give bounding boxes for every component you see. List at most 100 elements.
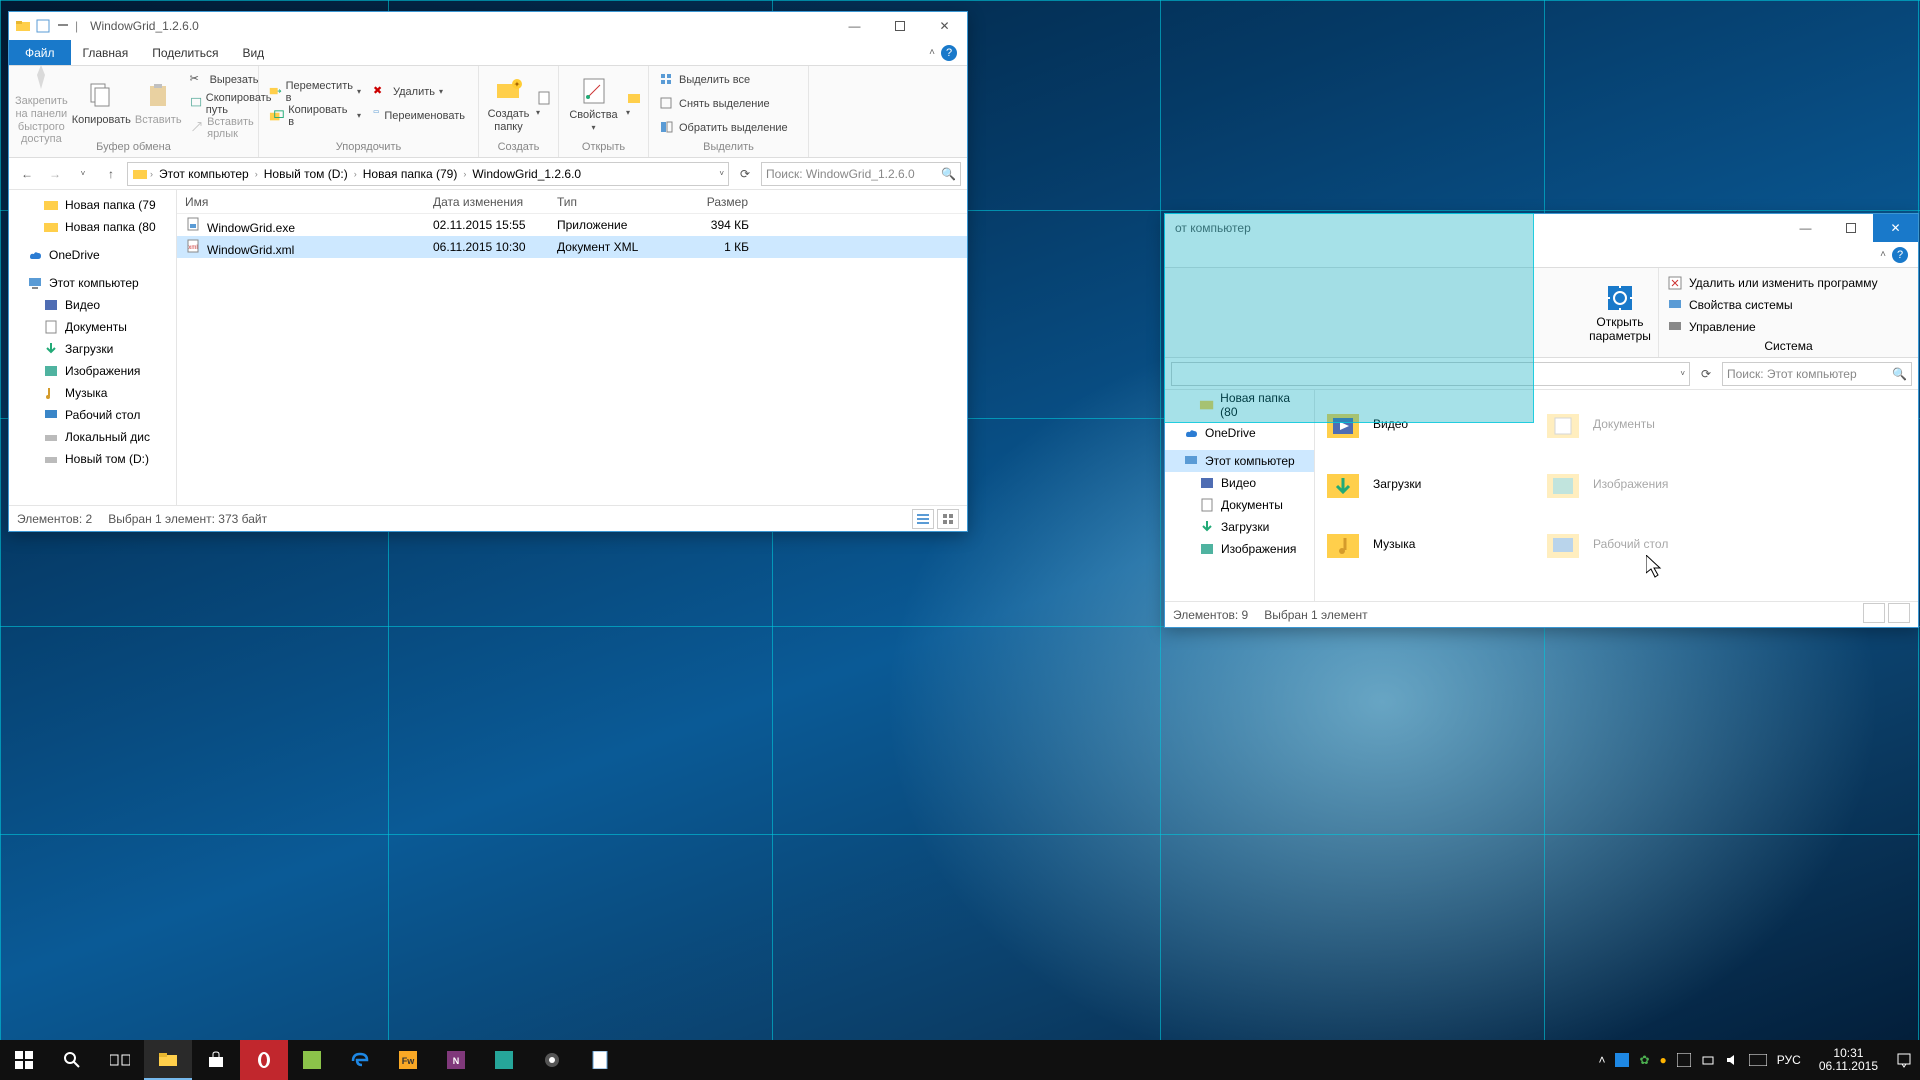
properties-button[interactable]: Свойства▾ [565,70,622,138]
copy-button[interactable]: Копировать [72,70,131,138]
nav-downloads[interactable]: Загрузки [1165,516,1314,538]
explorer-window-1[interactable]: | WindowGrid_1.2.6.0 — ✕ Файл Главная По… [8,11,968,532]
column-headers[interactable]: Имя Дата изменения Тип Размер [177,190,967,214]
nav-pictures[interactable]: Изображения [9,360,176,382]
keyboard-icon[interactable] [1749,1054,1767,1066]
opera-taskbar-button[interactable] [240,1040,288,1080]
tile-documents[interactable]: Документы [1543,398,1743,450]
icons-view-button[interactable] [937,509,959,529]
nav-item[interactable]: Новая папка (80 [9,216,176,238]
task-view-button[interactable] [96,1040,144,1080]
refresh-button[interactable]: ⟳ [1694,362,1718,386]
explorer-taskbar-button[interactable] [144,1040,192,1080]
select-none-button[interactable]: Снять выделение [655,93,802,115]
help-icon[interactable]: ? [941,45,957,61]
move-to-button[interactable]: Переместить в▾ [265,81,365,103]
nav-item[interactable]: Новая папка (79 [9,194,176,216]
file-row[interactable]: WindowGrid.exe 02.11.2015 15:55 Приложен… [177,214,967,236]
minimize-button[interactable]: — [1783,214,1828,242]
back-button[interactable]: ← [15,162,39,186]
help-icon[interactable]: ? [1892,247,1908,263]
file-list[interactable]: Имя Дата изменения Тип Размер WindowGrid… [177,190,967,505]
nav-downloads[interactable]: Загрузки [9,338,176,360]
invert-selection-button[interactable]: Обратить выделение [655,117,802,139]
nav-music[interactable]: Музыка [9,382,176,404]
icons-view-button[interactable] [1888,603,1910,623]
new-item-icon[interactable] [536,90,552,106]
network-icon[interactable] [1701,1053,1715,1067]
file-row[interactable]: xmlWindowGrid.xml 06.11.2015 10:30 Докум… [177,236,967,258]
nav-documents[interactable]: Документы [9,316,176,338]
tile-pictures[interactable]: Изображения [1543,458,1743,510]
breadcrumb[interactable]: › Этот компьютер› Новый том (D:)› Новая … [127,162,729,186]
fw-taskbar-button[interactable]: Fw [384,1040,432,1080]
select-all-button[interactable]: Выделить все [655,69,802,91]
pin-button[interactable]: Закрепить на панели быстрого доступа [15,70,68,138]
forward-button[interactable]: → [43,162,67,186]
volume-icon[interactable] [1725,1053,1739,1067]
collapse-ribbon-icon[interactable]: ˄ [1880,249,1886,260]
titlebar[interactable]: | WindowGrid_1.2.6.0 — ✕ [9,12,967,40]
tab-share[interactable]: Поделиться [140,40,230,65]
paste-button[interactable]: Вставить [135,70,182,138]
tray-icon[interactable] [1677,1053,1691,1067]
open-settings-button[interactable]: Открыть параметры [1590,279,1650,347]
tile-music[interactable]: Музыка [1323,518,1523,570]
tray-chevron-icon[interactable]: ˄ [1598,1053,1605,1067]
search-input[interactable]: Поиск: Этот компьютер 🔍 [1722,362,1912,386]
delete-button[interactable]: ✖Удалить▾ [369,81,455,103]
app2-taskbar-button[interactable] [480,1040,528,1080]
onenote-taskbar-button[interactable]: N [432,1040,480,1080]
details-view-button[interactable] [912,509,934,529]
app3-taskbar-button[interactable] [528,1040,576,1080]
history-dropdown[interactable]: ˅ [719,169,724,178]
properties-icon[interactable] [35,18,51,34]
nav-documents[interactable]: Документы [1165,494,1314,516]
new-folder-button[interactable]: ✦Создать папку [485,70,532,138]
nav-new-volume[interactable]: Новый том (D:) [9,448,176,470]
close-button[interactable]: ✕ [922,12,967,40]
clock[interactable]: 10:31 06.11.2015 [1811,1047,1886,1073]
edge-taskbar-button[interactable] [336,1040,384,1080]
maximize-button[interactable] [877,12,922,40]
notepad-taskbar-button[interactable] [576,1040,624,1080]
nav-desktop[interactable]: Рабочий стол [9,404,176,426]
up-button[interactable]: ↑ [99,162,123,186]
details-view-button[interactable] [1863,603,1885,623]
tile-downloads[interactable]: Загрузки [1323,458,1523,510]
nav-videos[interactable]: Видео [9,294,176,316]
nav-pane[interactable]: Новая папка (79 Новая папка (80 OneDrive… [9,190,177,505]
uninstall-button[interactable]: Удалить или изменить программу [1667,272,1910,294]
tray-icon[interactable]: ✿ [1639,1053,1649,1067]
nav-videos[interactable]: Видео [1165,472,1314,494]
nav-pictures[interactable]: Изображения [1165,538,1314,560]
recent-button[interactable]: ˅ [71,162,95,186]
app-taskbar-button[interactable] [288,1040,336,1080]
taskbar[interactable]: Fw N ˄ ✿ ● РУС 10:31 06.11.2015 [0,1040,1920,1080]
nav-onedrive[interactable]: OneDrive [9,244,176,266]
history-dropdown[interactable]: ˅ [1680,369,1685,378]
copy-to-button[interactable]: Копировать в▾ [265,105,365,127]
language-indicator[interactable]: РУС [1777,1053,1801,1067]
tab-view[interactable]: Вид [230,40,276,65]
rename-button[interactable]: Переименовать [369,105,469,127]
refresh-button[interactable]: ⟳ [733,162,757,186]
close-button[interactable]: ✕ [1873,214,1918,242]
open-icon[interactable] [626,90,642,106]
tab-home[interactable]: Главная [71,40,141,65]
system-properties-button[interactable]: Свойства системы [1667,294,1910,316]
dropdown-icon[interactable] [55,18,71,34]
maximize-button[interactable] [1828,214,1873,242]
system-tray[interactable]: ˄ ✿ ● РУС 10:31 06.11.2015 [1590,1047,1920,1073]
manage-button[interactable]: Управление [1667,316,1910,338]
nav-onedrive[interactable]: OneDrive [1165,422,1314,444]
search-button[interactable] [48,1040,96,1080]
paste-shortcut-button[interactable]: Вставить ярлык [186,117,280,139]
store-taskbar-button[interactable] [192,1040,240,1080]
nav-local-disk[interactable]: Локальный дис [9,426,176,448]
nav-this-pc[interactable]: Этот компьютер [1165,450,1314,472]
tile-desktop[interactable]: Рабочий стол [1543,518,1743,570]
search-input[interactable]: Поиск: WindowGrid_1.2.6.0 🔍 [761,162,961,186]
minimize-button[interactable]: — [832,12,877,40]
tray-icon[interactable] [1615,1053,1629,1067]
